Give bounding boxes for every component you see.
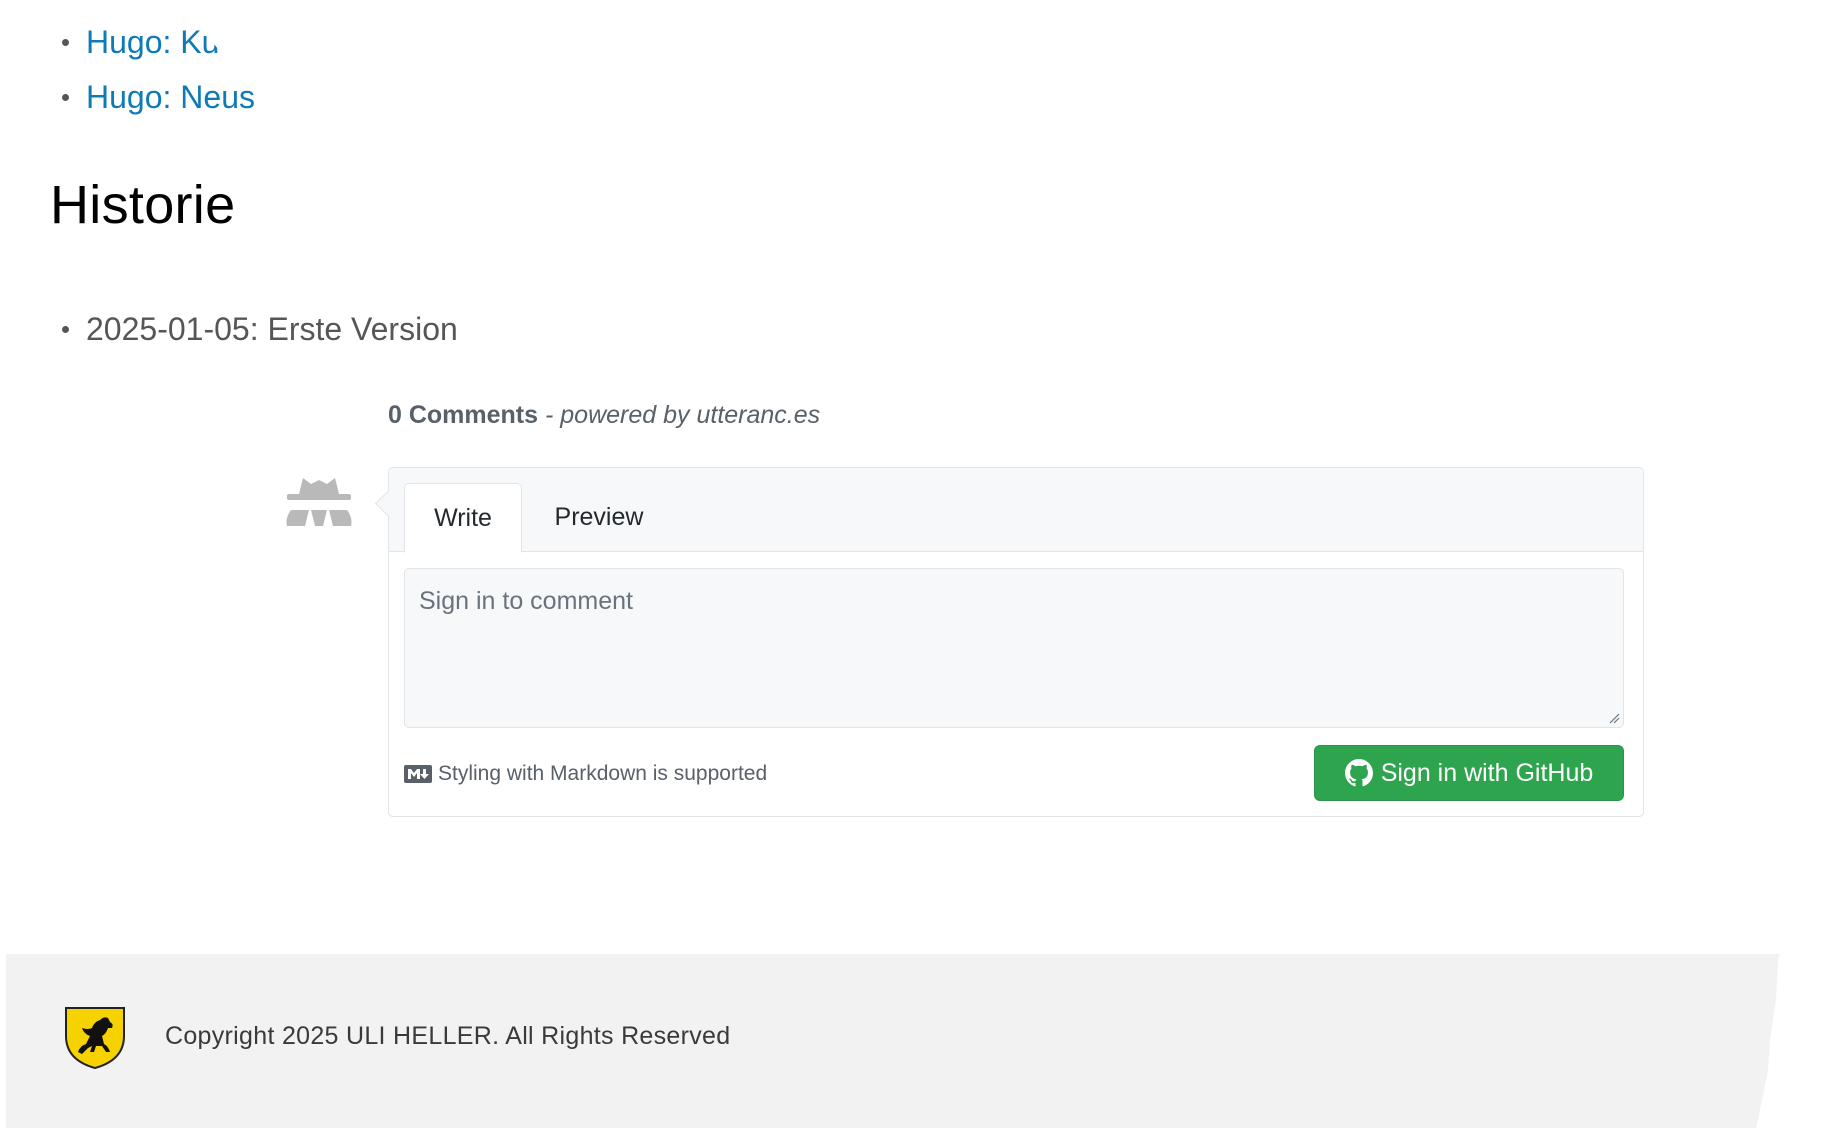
torn-paper-sheet: Hugo: Ku Hugo: Neus Historie 2025-01-05:… bbox=[6, 0, 1796, 1128]
sign-in-github-button[interactable]: Sign in with GitHub bbox=[1314, 745, 1624, 801]
github-icon bbox=[1344, 759, 1373, 787]
related-link-1[interactable]: Hugo: Ku bbox=[86, 24, 219, 60]
history-item: 2025-01-05: Erste Version bbox=[56, 305, 458, 353]
page: Hugo: Ku Hugo: Neus Historie 2025-01-05:… bbox=[0, 0, 1830, 1148]
editor-tabs: Write Preview bbox=[389, 468, 1643, 553]
history-list: 2025-01-05: Erste Version bbox=[56, 305, 458, 353]
markdown-hint: Styling with Markdown is supported bbox=[404, 762, 767, 786]
comment-editor: Write Preview Styling with Markdown is s… bbox=[375, 467, 1644, 817]
markdown-icon bbox=[404, 765, 432, 783]
anonymous-user-icon bbox=[286, 478, 352, 526]
stuttgart-horse-crest-icon bbox=[65, 1007, 125, 1070]
copyright-text: Copyright 2025 ULI HELLER. All Rights Re… bbox=[165, 1022, 731, 1050]
list-item: Hugo: Ku bbox=[56, 18, 255, 73]
history-heading: Historie bbox=[50, 175, 236, 235]
markdown-hint-text: Styling with Markdown is supported bbox=[438, 762, 768, 785]
resize-handle-icon[interactable] bbox=[1608, 712, 1620, 724]
tab-preview[interactable]: Preview bbox=[534, 483, 664, 551]
comments-count: 0 Comments bbox=[388, 401, 539, 429]
sign-in-label: Sign in with GitHub bbox=[1380, 758, 1594, 787]
powered-by-label: - powered by utteranc.es bbox=[545, 401, 821, 429]
comments-header: 0 Comments - powered by utteranc.es bbox=[388, 401, 820, 430]
tab-write[interactable]: Write bbox=[404, 483, 522, 553]
list-item: Hugo: Neus bbox=[56, 73, 255, 128]
related-link-2[interactable]: Hugo: Neus bbox=[86, 79, 255, 115]
comment-input[interactable] bbox=[404, 568, 1624, 728]
related-links-list: Hugo: Ku Hugo: Neus bbox=[56, 18, 255, 128]
